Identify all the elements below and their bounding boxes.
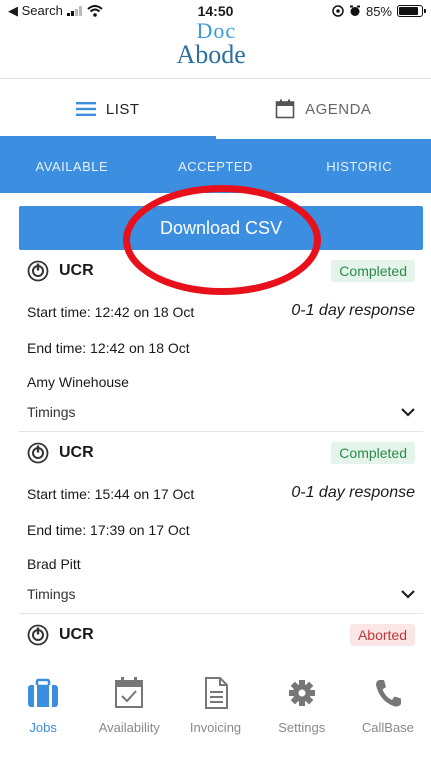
nav-availability[interactable]: Availability <box>86 660 172 762</box>
status-badge: Aborted <box>349 624 415 646</box>
card-divider <box>19 613 423 614</box>
timings-toggle[interactable]: Timings <box>27 404 415 420</box>
logo-abode-text: Abode <box>176 40 246 69</box>
job-end-time: End time: 17:39 on 17 Oct <box>27 522 190 538</box>
phone-icon <box>375 680 401 707</box>
location-lock-icon <box>332 5 344 17</box>
job-response: 0-1 day response <box>291 484 415 501</box>
timings-label: Timings <box>27 586 76 602</box>
tab-available[interactable]: AVAILABLE <box>0 139 144 193</box>
job-end-time: End time: 12:42 on 18 Oct <box>27 340 190 356</box>
nav-availability-label: Availability <box>98 720 160 735</box>
tab-accepted[interactable]: ACCEPTED <box>144 139 288 193</box>
list-icon <box>75 102 96 116</box>
timings-toggle[interactable]: Timings <box>27 586 415 602</box>
wifi-icon <box>87 5 103 17</box>
briefcase-icon <box>28 678 59 707</box>
job-person: Brad Pitt <box>27 556 81 572</box>
tab-list[interactable]: LIST <box>0 79 216 139</box>
job-response: 0-1 day response <box>291 302 415 319</box>
tab-agenda[interactable]: AGENDA <box>216 79 431 139</box>
status-badge: Completed <box>331 260 415 282</box>
chevron-down-icon <box>401 590 415 599</box>
tab-list-label: LIST <box>105 100 140 118</box>
power-icon <box>27 260 49 282</box>
power-icon <box>27 624 49 646</box>
gear-icon <box>288 680 315 706</box>
job-title: UCR <box>59 626 94 643</box>
job-person: Amy Winehouse <box>27 374 129 390</box>
nav-invoicing-label: Invoicing <box>189 720 242 735</box>
chevron-down-icon <box>401 408 415 417</box>
job-title: UCR <box>59 444 94 461</box>
app-logo: Doc Abode <box>0 18 431 78</box>
status-badge: Completed <box>331 442 415 464</box>
nav-callbase[interactable]: CallBase <box>345 660 431 762</box>
nav-jobs-label: Jobs <box>29 720 57 735</box>
card-divider <box>19 431 423 432</box>
nav-invoicing[interactable]: Invoicing <box>172 660 258 762</box>
view-toggle: LIST AGENDA <box>0 79 431 139</box>
alarm-icon <box>349 5 360 16</box>
tab-historic[interactable]: HISTORIC <box>287 139 431 193</box>
battery-icon <box>397 5 426 17</box>
bottom-nav: Jobs Availability Invoicing Settings Cal… <box>0 660 431 762</box>
filter-tabs: AVAILABLE ACCEPTED HISTORIC <box>0 139 431 193</box>
signal-icon <box>66 6 82 16</box>
download-csv-button[interactable]: Download CSV <box>19 206 423 250</box>
power-icon <box>27 442 49 464</box>
nav-settings-label: Settings <box>278 720 326 735</box>
nav-callbase-label: CallBase <box>361 720 414 735</box>
calendar-icon <box>275 99 295 119</box>
nav-jobs[interactable]: Jobs <box>0 660 86 762</box>
nav-settings[interactable]: Settings <box>259 660 345 762</box>
back-to-search-link[interactable]: ◀ Search <box>8 3 63 19</box>
timings-label: Timings <box>27 404 76 420</box>
tab-agenda-label: AGENDA <box>305 100 372 118</box>
job-title: UCR <box>59 262 94 279</box>
calendar-check-icon <box>115 677 144 708</box>
battery-percent: 85% <box>365 3 392 19</box>
document-icon <box>204 677 228 709</box>
